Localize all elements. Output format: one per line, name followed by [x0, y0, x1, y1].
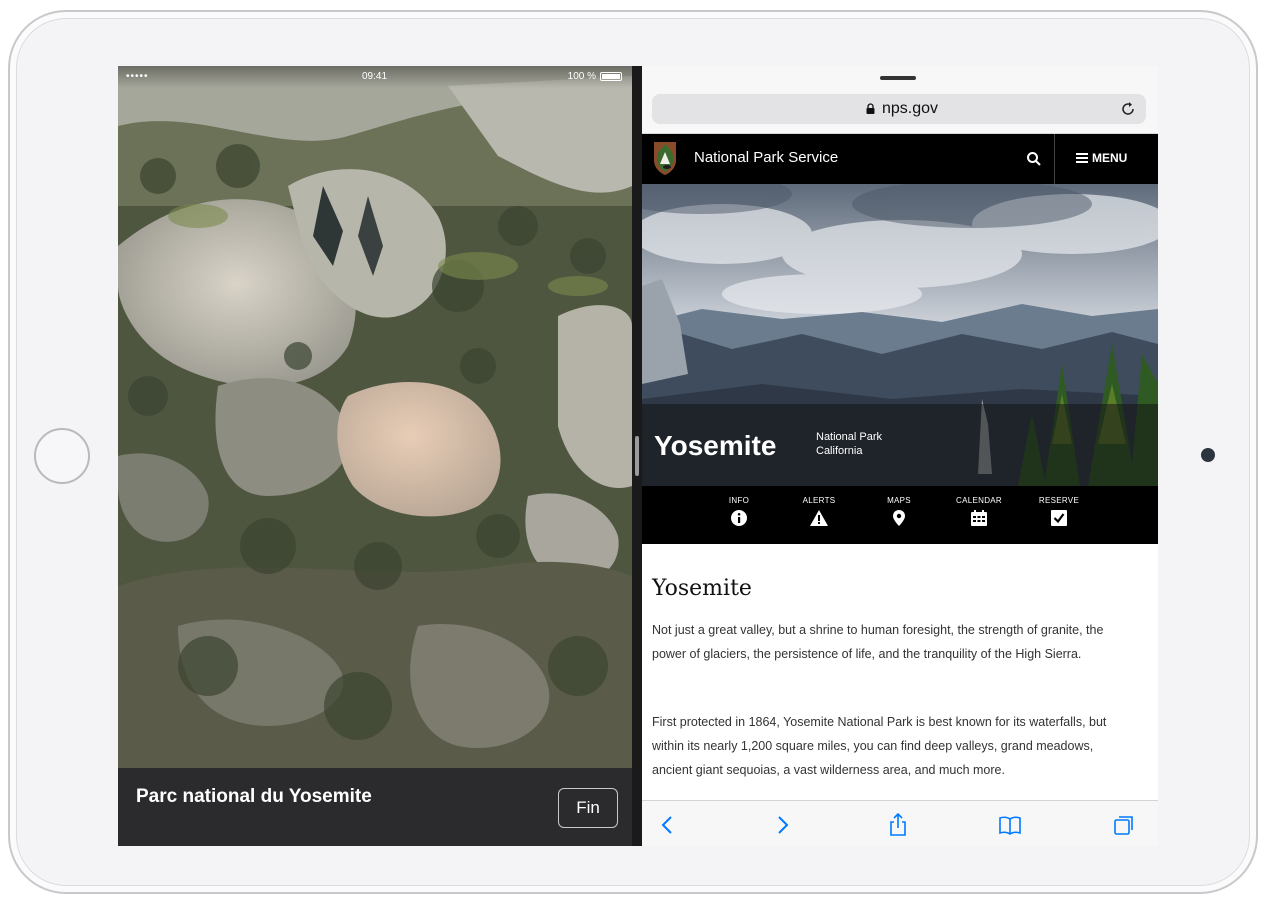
article-heading: Yosemite — [652, 576, 752, 601]
maps-pane: ••••• 09:41 100 % Parc national du Yosem… — [118, 66, 632, 846]
alert-icon — [810, 510, 828, 526]
hero-subtitle-state: California — [816, 445, 863, 457]
menu-button[interactable]: MENU — [1076, 151, 1127, 165]
nps-arrowhead-logo[interactable] — [652, 140, 678, 176]
battery-percent: 100 % — [567, 71, 596, 82]
park-nav-reserve[interactable]: RESERVE — [1024, 496, 1094, 526]
back-icon[interactable] — [656, 813, 680, 837]
ipad-screen: ••••• 09:41 100 % Parc national du Yosem… — [118, 66, 1158, 846]
hero-subtitle-park: National Park — [816, 431, 883, 443]
split-view-handle[interactable] — [635, 436, 639, 476]
reload-icon[interactable] — [1120, 101, 1136, 117]
info-icon — [731, 510, 747, 526]
checkbox-icon — [1051, 510, 1067, 526]
hero-banner: Yosemite National Park California — [642, 184, 1158, 486]
slide-over-grabber[interactable] — [880, 76, 916, 80]
calendar-icon — [971, 510, 987, 526]
address-bar[interactable]: nps.gov — [652, 94, 1146, 124]
article-paragraph: First protected in 1864, Yosemite Nation… — [652, 715, 1107, 777]
safari-pane: nps.gov National Park Service MENU Yosem… — [642, 66, 1158, 846]
maps-place-card: Parc national du Yosemite Fin — [118, 768, 632, 846]
home-button[interactable] — [34, 428, 90, 484]
safari-toolbar — [642, 800, 1158, 846]
battery-status: 100 % — [568, 71, 622, 82]
place-title: Parc national du Yosemite — [136, 786, 372, 807]
share-icon[interactable] — [886, 813, 910, 837]
park-nav-label: MAPS — [887, 496, 911, 505]
article-content: Yosemite Not just a great valley, but a … — [642, 544, 1158, 800]
park-nav-alerts[interactable]: ALERTS — [784, 496, 854, 526]
article-paragraph: Not just a great valley, but a shrine to… — [652, 623, 1104, 661]
menu-label: MENU — [1092, 151, 1128, 165]
hero-subtitle: National Park California — [816, 430, 882, 458]
park-nav-label: CALENDAR — [956, 496, 1002, 505]
park-nav-label: RESERVE — [1038, 496, 1080, 505]
search-icon[interactable] — [1026, 151, 1042, 167]
safari-address-area: nps.gov — [642, 66, 1158, 134]
url-text: nps.gov — [882, 100, 939, 117]
status-bar: ••••• 09:41 100 % — [118, 66, 632, 88]
signal-indicator: ••••• — [126, 71, 149, 82]
hamburger-icon — [1076, 153, 1088, 163]
map-pin-icon — [893, 510, 905, 526]
header-separator — [1054, 134, 1055, 184]
park-nav: INFO ALERTS MAPS CALENDAR RESERVE — [642, 486, 1158, 544]
front-camera — [1201, 448, 1215, 462]
bookmarks-icon[interactable] — [998, 813, 1022, 837]
done-button[interactable]: Fin — [558, 788, 618, 828]
nps-header: National Park Service MENU — [642, 134, 1158, 184]
lock-icon — [866, 103, 875, 114]
forward-icon[interactable] — [770, 813, 794, 837]
battery-icon — [600, 72, 622, 81]
satellite-map[interactable] — [118, 66, 632, 768]
status-time: 09:41 — [362, 71, 388, 82]
park-nav-maps[interactable]: MAPS — [864, 496, 934, 526]
park-nav-info[interactable]: INFO — [704, 496, 774, 526]
tabs-icon[interactable] — [1112, 813, 1136, 837]
site-name[interactable]: National Park Service — [694, 149, 838, 166]
park-nav-calendar[interactable]: CALENDAR — [944, 496, 1014, 526]
park-nav-label: ALERTS — [802, 496, 836, 505]
hero-title: Yosemite — [654, 430, 777, 461]
park-nav-label: INFO — [728, 496, 750, 505]
